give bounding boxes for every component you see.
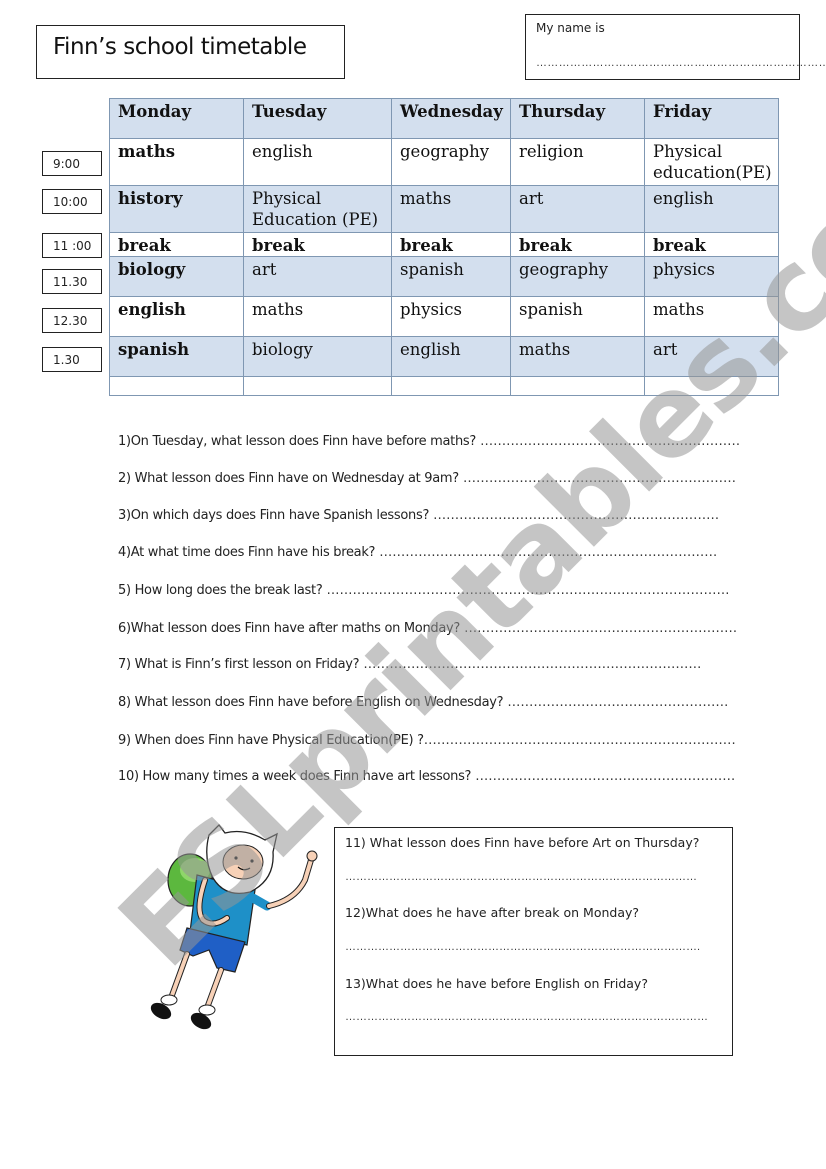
question-3: 3)On which days does Finn have Spanish l… bbox=[118, 508, 719, 523]
page-title: Finn’s school timetable bbox=[53, 34, 307, 60]
lesson-cell: break bbox=[644, 232, 779, 257]
answer-line[interactable]: …………………………………………… bbox=[503, 695, 728, 710]
lesson-cell: Physical Education (PE) bbox=[243, 185, 392, 233]
time-label: 9:00 bbox=[42, 151, 102, 176]
question-text: 1)On Tuesday, what lesson does Finn have… bbox=[118, 434, 476, 449]
lesson-cell: geography bbox=[510, 256, 645, 297]
lesson-cell: spanish bbox=[109, 336, 244, 377]
answer-line[interactable]: …………………………………………………………………… bbox=[375, 545, 717, 560]
name-box: My name is …………………………………………………………………… bbox=[525, 14, 826, 80]
time-label: 11 :00 bbox=[42, 233, 102, 258]
lesson-cell: maths bbox=[510, 336, 645, 377]
question-text: 5) How long does the break last? bbox=[118, 583, 323, 598]
answer-line[interactable]: …………………………………………………………………… bbox=[359, 657, 701, 672]
question-text: 9) When does Finn have Physical Educatio… bbox=[118, 733, 424, 748]
lesson-cell: physics bbox=[644, 256, 779, 297]
question-text: 10) How many times a week does Finn have… bbox=[118, 769, 472, 784]
question-text: 3)On which days does Finn have Spanish l… bbox=[118, 508, 430, 523]
lesson-cell: spanish bbox=[510, 296, 645, 337]
question-2: 2) What lesson does Finn have on Wednesd… bbox=[118, 471, 736, 486]
answer-line[interactable]: …………………………………………………………………………………… bbox=[345, 871, 697, 883]
question-9: 9) When does Finn have Physical Educatio… bbox=[118, 733, 736, 748]
title-box: Finn’s school timetable bbox=[36, 25, 345, 79]
question-4: 4)At what time does Finn have his break?… bbox=[118, 545, 717, 560]
lesson-cell: english bbox=[391, 336, 511, 377]
lesson-cell: biology bbox=[243, 336, 392, 377]
table-row: break break break break break bbox=[109, 232, 779, 257]
question-8: 8) What lesson does Finn have before Eng… bbox=[118, 695, 728, 710]
timetable-header-row: Monday Tuesday Wednesday Thursday Friday bbox=[109, 98, 779, 139]
answer-line[interactable]: ……………………………………………………………………………………. bbox=[345, 941, 700, 953]
question-text: 4)At what time does Finn have his break? bbox=[118, 545, 376, 560]
answer-line[interactable]: ……………………………………………………… bbox=[460, 621, 737, 636]
answer-line[interactable]: ……………………………………………………… bbox=[459, 471, 736, 486]
question-6: 6)What lesson does Finn have after maths… bbox=[118, 621, 737, 636]
day-header: Thursday bbox=[510, 98, 645, 139]
table-row-empty bbox=[109, 376, 779, 396]
question-1: 1)On Tuesday, what lesson does Finn have… bbox=[118, 434, 740, 449]
empty-cell bbox=[644, 376, 779, 396]
question-7: 7) What is Finn’s first lesson on Friday… bbox=[118, 657, 701, 672]
lesson-cell: maths bbox=[109, 138, 244, 186]
lesson-cell: break bbox=[510, 232, 645, 257]
lesson-cell: english bbox=[109, 296, 244, 337]
question-text: 6)What lesson does Finn have after maths… bbox=[118, 621, 461, 636]
empty-cell bbox=[510, 376, 645, 396]
answer-line[interactable]: ………………………………………………………………………………… bbox=[322, 583, 730, 598]
timetable: Monday Tuesday Wednesday Thursday Friday… bbox=[109, 98, 779, 396]
answer-line[interactable]: ……………………………………………………………… bbox=[424, 733, 736, 748]
name-label: My name is bbox=[536, 21, 605, 35]
lesson-cell: spanish bbox=[391, 256, 511, 297]
question-5: 5) How long does the break last? …………………… bbox=[118, 583, 730, 598]
lesson-cell: break bbox=[391, 232, 511, 257]
empty-cell bbox=[391, 376, 511, 396]
question-11: 11) What lesson does Finn have before Ar… bbox=[345, 835, 700, 850]
lesson-cell: maths bbox=[243, 296, 392, 337]
time-label: 11.30 bbox=[42, 269, 102, 294]
table-row: spanish biology english maths art bbox=[109, 336, 779, 377]
question-13: 13)What does he have before English on F… bbox=[345, 976, 648, 991]
extra-questions-box: 11) What lesson does Finn have before Ar… bbox=[334, 827, 733, 1056]
question-text: 8) What lesson does Finn have before Eng… bbox=[118, 695, 504, 710]
finn-character-illustration bbox=[150, 824, 318, 1030]
lesson-cell: break bbox=[243, 232, 392, 257]
name-answer-line[interactable]: …………………………………………………………………… bbox=[536, 57, 826, 69]
lesson-cell: english bbox=[243, 138, 392, 186]
time-label: 12.30 bbox=[42, 308, 102, 333]
day-header: Friday bbox=[644, 98, 779, 139]
question-text: 2) What lesson does Finn have on Wednesd… bbox=[118, 471, 459, 486]
answer-line[interactable]: …………………………………………………… bbox=[471, 769, 735, 784]
day-header: Tuesday bbox=[243, 98, 392, 139]
answer-line[interactable]: …………………………………………………… bbox=[476, 434, 740, 449]
lesson-cell: physics bbox=[391, 296, 511, 337]
lesson-cell: history bbox=[109, 185, 244, 233]
lesson-cell: maths bbox=[644, 296, 779, 337]
answer-line[interactable]: ……………………………………………………………………………………… bbox=[345, 1011, 708, 1023]
table-row: english maths physics spanish maths bbox=[109, 296, 779, 337]
question-text: 7) What is Finn’s first lesson on Friday… bbox=[118, 657, 360, 672]
lesson-cell: religion bbox=[510, 138, 645, 186]
question-12: 12)What does he have after break on Mond… bbox=[345, 905, 640, 920]
table-row: maths english geography religion Physica… bbox=[109, 138, 779, 186]
empty-cell bbox=[243, 376, 392, 396]
lesson-cell: art bbox=[644, 336, 779, 377]
day-header: Wednesday bbox=[391, 98, 511, 139]
time-label: 1.30 bbox=[42, 347, 102, 372]
day-header: Monday bbox=[109, 98, 244, 139]
lesson-cell: english bbox=[644, 185, 779, 233]
time-label: 10:00 bbox=[42, 189, 102, 214]
lesson-cell: break bbox=[109, 232, 244, 257]
lesson-cell: art bbox=[243, 256, 392, 297]
table-row: history Physical Education (PE) maths ar… bbox=[109, 185, 779, 233]
lesson-cell: art bbox=[510, 185, 645, 233]
lesson-cell: geography bbox=[391, 138, 511, 186]
empty-cell bbox=[109, 376, 244, 396]
question-10: 10) How many times a week does Finn have… bbox=[118, 769, 735, 784]
table-row: biology art spanish geography physics bbox=[109, 256, 779, 297]
answer-line[interactable]: ………………………………………………………… bbox=[429, 508, 719, 523]
lesson-cell: biology bbox=[109, 256, 244, 297]
lesson-cell: Physical education(PE) bbox=[644, 138, 779, 186]
lesson-cell: maths bbox=[391, 185, 511, 233]
